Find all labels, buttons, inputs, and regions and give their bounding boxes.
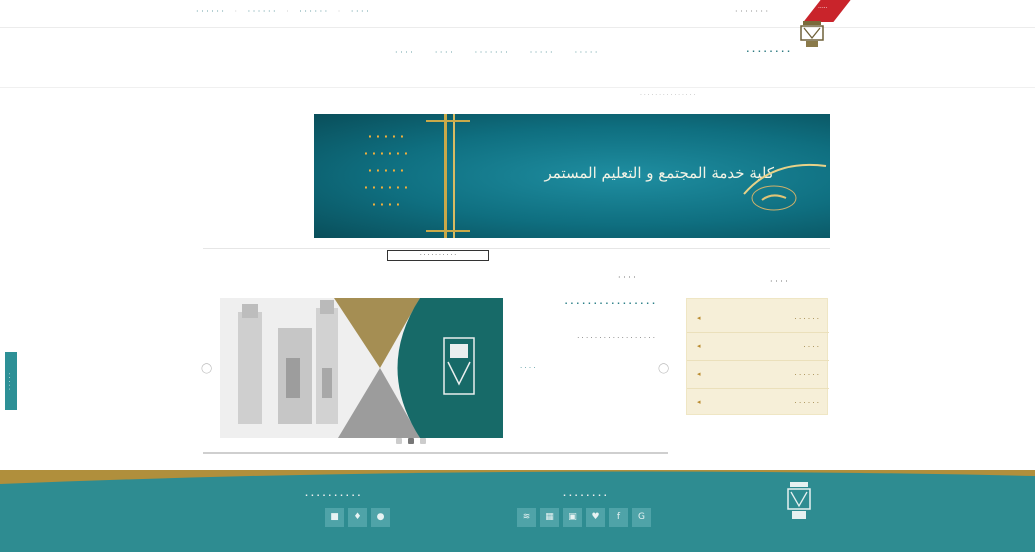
instagram-icon[interactable]: ▣ (563, 508, 582, 527)
gold-bar (426, 230, 470, 232)
nav-item[interactable]: · · · · · (575, 48, 598, 57)
utility-link[interactable]: · · · · · · (299, 7, 327, 16)
windows-icon[interactable]: ■ (325, 508, 344, 527)
quick-link-item[interactable]: · · · · · · ◂ (687, 389, 829, 417)
news-summary: · · · · · · · · · · · · · · · · · · (577, 334, 655, 342)
gold-bar (426, 120, 470, 122)
banner-line: · · · · · · (363, 147, 409, 160)
nav-item[interactable]: · · · · · (530, 48, 553, 57)
google-plus-icon[interactable]: G (632, 508, 651, 527)
quick-link-item[interactable]: · · · · ◂ (687, 333, 829, 361)
gold-bar (453, 114, 455, 238)
ribbon-label: ····· (818, 5, 828, 12)
nav-item[interactable]: · · · · (395, 48, 413, 57)
news-slide-graphic (220, 298, 503, 438)
chevron-icon: ◂ (697, 342, 701, 350)
separator: · (286, 7, 289, 16)
footer-logo-icon (787, 482, 811, 519)
app-download-title: · · · · · · · · · · (305, 491, 361, 500)
slide-dot-active[interactable] (408, 438, 414, 444)
breadcrumb[interactable]: · · · · · · · · · · · · · · · (640, 92, 695, 99)
nav-item[interactable]: · · · · · · · (475, 48, 508, 57)
twitter-icon[interactable]: ♥ (586, 508, 605, 527)
read-more-link[interactable]: · · · · (520, 364, 536, 372)
utility-link[interactable]: · · · · · · (248, 7, 276, 16)
banner-line: · · · · · (367, 164, 405, 177)
android-icon[interactable]: ♦ (348, 508, 367, 527)
nav-item[interactable]: · · · · (435, 48, 453, 57)
news-section-title: · · · · (618, 273, 636, 282)
banner-line: · · · · · (367, 130, 405, 143)
app-icons: ■ ♦ ● (325, 508, 390, 527)
utility-link[interactable]: · · · · · · (196, 7, 224, 16)
banner-line: · · · · (371, 198, 401, 211)
site-header: · · · · · · · · · · · · · · · · · · · · … (0, 28, 1035, 88)
separator: · (337, 7, 341, 16)
quick-link-item[interactable]: · · · · · · ◂ (687, 305, 829, 333)
slide-prev-icon[interactable]: ◯ (201, 363, 212, 374)
section-divider (203, 248, 830, 249)
slide-next-icon[interactable]: ◯ (658, 363, 669, 374)
side-feedback-tab[interactable]: · · · · · (5, 352, 17, 410)
slide-dot[interactable] (420, 438, 426, 444)
slide-pagination (396, 438, 426, 444)
apple-icon[interactable]: ● (371, 508, 390, 527)
globe-swoosh-icon (743, 163, 827, 211)
quick-link-item[interactable]: · · · · · · ◂ (687, 361, 829, 389)
quick-link-label: · · · · · · (794, 315, 819, 323)
slide-dot[interactable] (396, 438, 402, 444)
quick-links-panel: · · · · · · ◂ · · · · ◂ · · · · · · ◂ · … (686, 298, 829, 417)
news-headline[interactable]: · · · · · · · · · · · · · · · · (515, 298, 655, 309)
separator: · (234, 7, 238, 16)
main-nav: · · · · · · · · · · · · · · · · · · · · … (395, 48, 597, 57)
language-switch[interactable]: · · · · · · · (735, 7, 768, 16)
quick-link-label: · · · · · · (794, 371, 819, 379)
quick-link-label: · · · · · · (794, 399, 819, 407)
utility-link[interactable]: · · · · (351, 7, 369, 16)
chevron-icon: ◂ (697, 314, 701, 322)
social-icons: ≋ ▦ ▣ ♥ f G (517, 508, 651, 527)
news-slide-image[interactable] (220, 298, 503, 438)
chevron-icon: ◂ (697, 398, 701, 406)
facebook-icon[interactable]: f (609, 508, 628, 527)
university-logo-icon[interactable] (800, 20, 824, 48)
hero-banner: · · · · · · · · · · · · · · · · · · · · … (314, 114, 830, 238)
banner-caption[interactable]: · · · · · · · · · · (387, 250, 489, 261)
chevron-icon: ◂ (697, 370, 701, 378)
gold-bar (444, 114, 447, 238)
university-name[interactable]: · · · · · · · · (690, 46, 790, 58)
utility-links: · · · · · · · · · · · · · · · · · · · · … (196, 7, 377, 16)
page: · · · · · · · · · · · · · · · · · · · · … (0, 0, 1035, 552)
social-title: · · · · · · · · (563, 491, 607, 500)
quick-link-label: · · · · (803, 343, 819, 351)
banner-line: · · · · · · (363, 181, 409, 194)
banner-program-list: · · · · · · · · · · · · · · · · · · · · … (336, 128, 436, 213)
delicious-icon[interactable]: ▦ (540, 508, 559, 527)
rss-icon[interactable]: ≋ (517, 508, 536, 527)
quick-links-title: · · · · (770, 277, 788, 286)
news-divider (203, 452, 668, 454)
utility-bar: · · · · · · · · · · · · · · · · · · · · … (0, 0, 1035, 28)
